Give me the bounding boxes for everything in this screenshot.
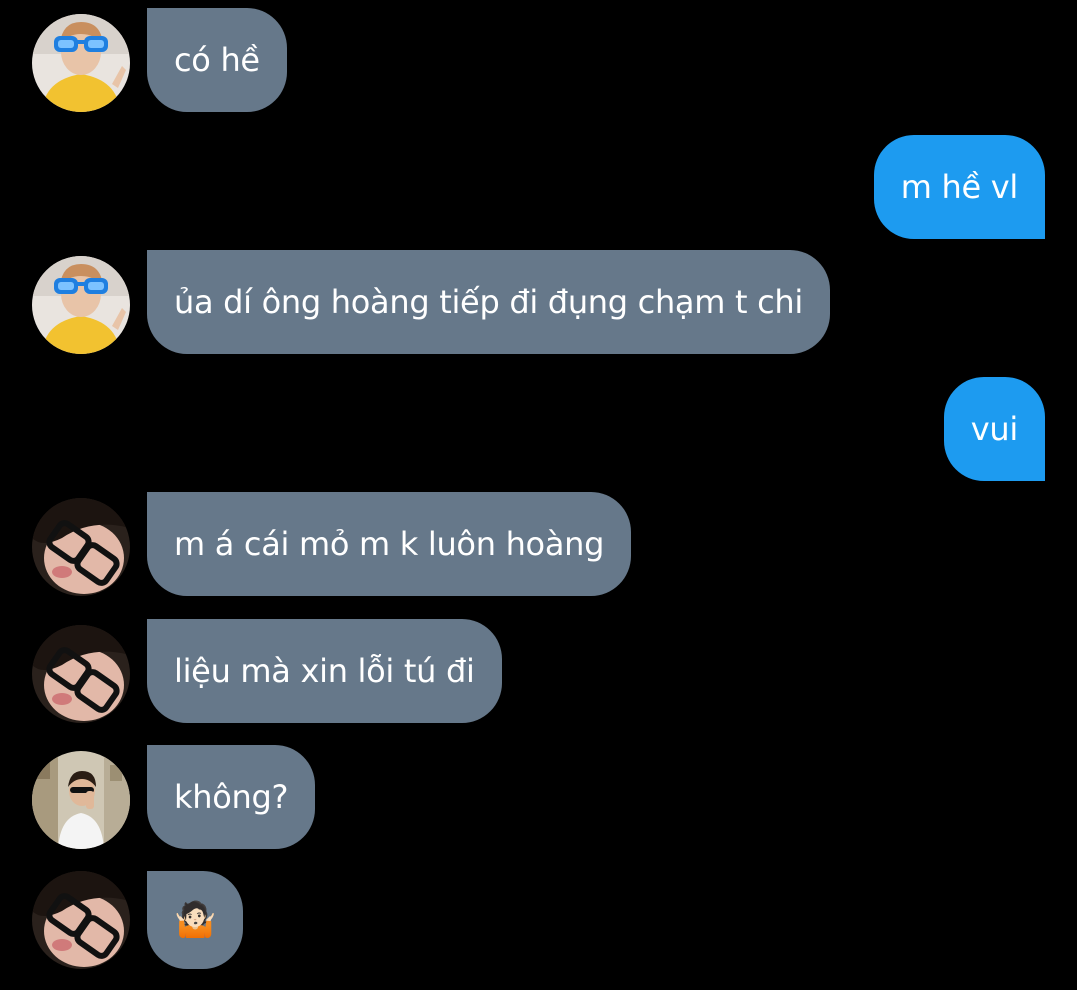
avatar[interactable] (32, 625, 130, 723)
message-row-incoming: ủa dí ông hoàng tiếp đi đụng chạm t chi (0, 250, 1077, 354)
message-text: có hề (174, 41, 260, 79)
avatar[interactable] (32, 871, 130, 969)
message-text: không? (174, 778, 289, 816)
message-bubble-incoming[interactable]: 🤷🏻 (147, 871, 244, 969)
message-row-incoming: 🤷🏻 (0, 871, 1077, 975)
message-text: m hề vl (900, 168, 1019, 206)
avatar-blue-glasses-icon (32, 14, 130, 112)
avatar-black-glasses-icon (32, 625, 130, 723)
message-bubble-incoming[interactable]: ủa dí ông hoàng tiếp đi đụng chạm t chi (147, 250, 830, 354)
avatar-black-glasses-icon (32, 498, 130, 596)
message-row-outgoing: m hề vl (0, 135, 1077, 239)
chat-thread: có hề m hề vl ủa dí ông hoàng tiếp đi đụ… (0, 0, 1077, 990)
avatar-blue-glasses-icon (32, 256, 130, 354)
message-text: vui (970, 410, 1019, 448)
avatar-black-glasses-icon (32, 871, 130, 969)
shrug-emoji: 🤷🏻 (174, 900, 217, 940)
message-bubble-incoming[interactable]: liệu mà xin lỗi tú đi (147, 619, 502, 723)
avatar-street-icon (32, 751, 130, 849)
message-row-incoming: không? (0, 745, 1077, 849)
message-bubble-incoming[interactable]: không? (147, 745, 316, 849)
message-text: ủa dí ông hoàng tiếp đi đụng chạm t chi (174, 283, 803, 321)
avatar[interactable] (32, 498, 130, 596)
avatar[interactable] (32, 256, 130, 354)
message-bubble-incoming[interactable]: m á cái mỏ m k luôn hoàng (147, 492, 632, 596)
message-bubble-incoming[interactable]: có hề (147, 8, 287, 112)
message-row-incoming: có hề (0, 8, 1077, 112)
message-row-incoming: liệu mà xin lỗi tú đi (0, 619, 1077, 723)
message-text: liệu mà xin lỗi tú đi (174, 652, 475, 690)
message-row-incoming: m á cái mỏ m k luôn hoàng (0, 492, 1077, 596)
message-text: m á cái mỏ m k luôn hoàng (174, 525, 605, 563)
avatar[interactable] (32, 14, 130, 112)
avatar[interactable] (32, 751, 130, 849)
message-row-outgoing: vui (0, 377, 1077, 481)
message-bubble-outgoing[interactable]: m hề vl (873, 135, 1045, 239)
message-bubble-outgoing[interactable]: vui (943, 377, 1045, 481)
